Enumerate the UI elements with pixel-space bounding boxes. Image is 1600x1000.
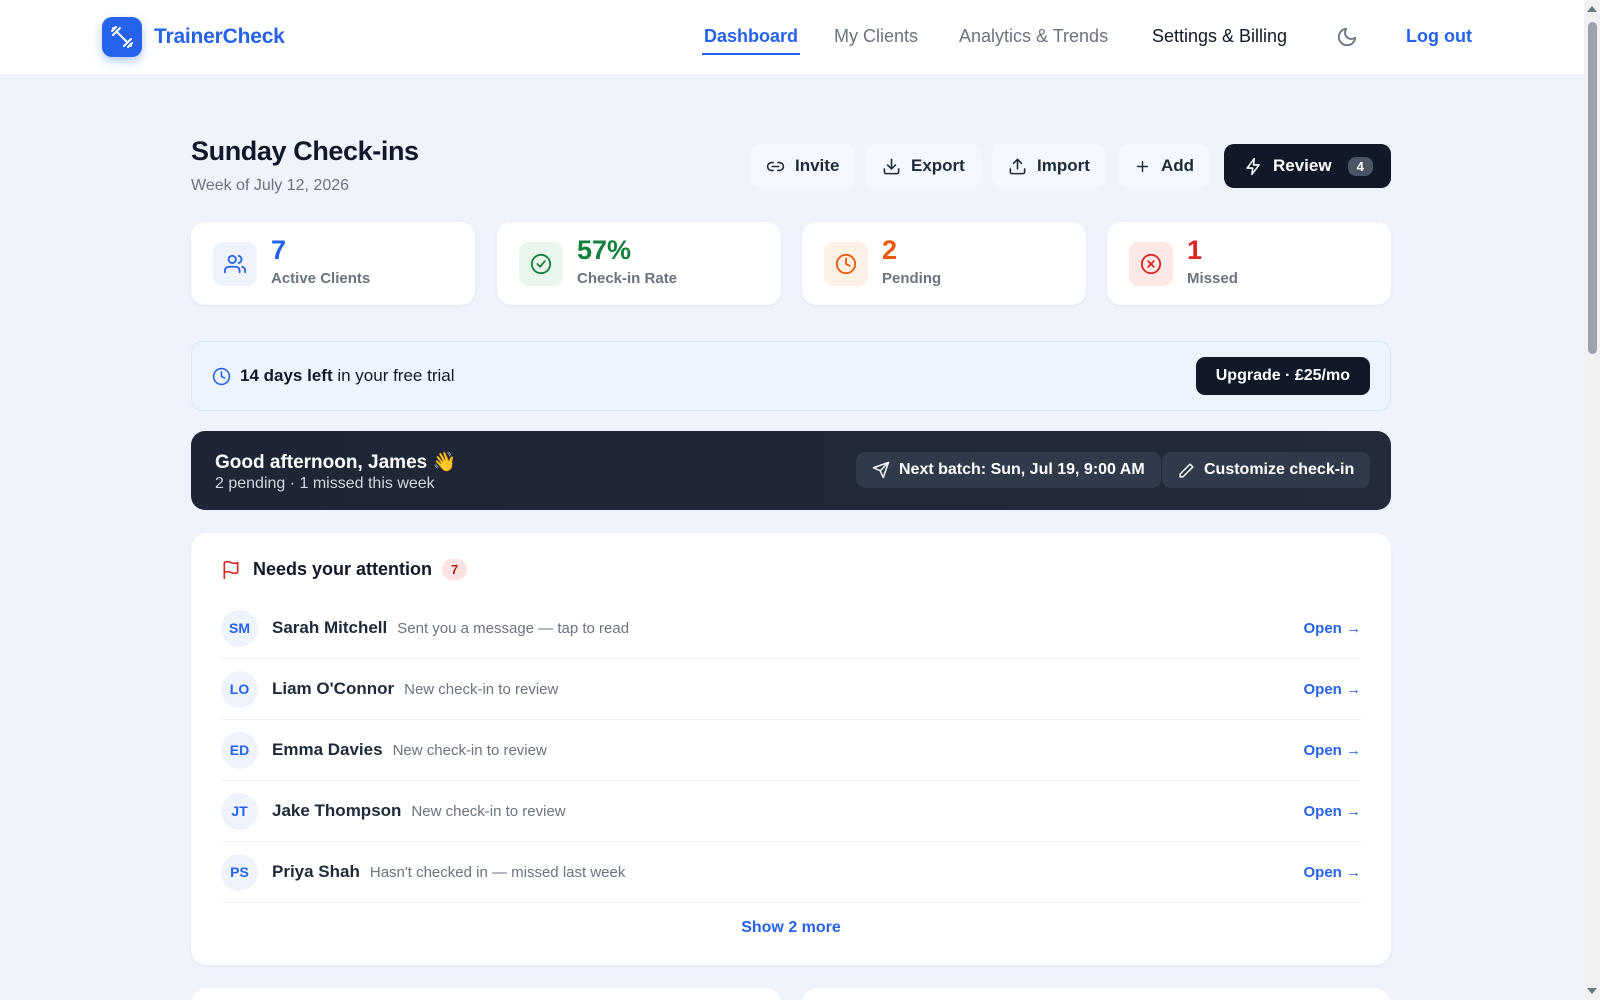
add-label: Add — [1161, 156, 1195, 175]
wave-emoji: 👋 — [432, 452, 457, 473]
brand-name: TrainerCheck — [154, 25, 285, 48]
avatar: JT — [221, 792, 258, 830]
avatar: LO — [221, 670, 258, 708]
nav-settings-billing[interactable]: Settings & Billing — [1152, 26, 1287, 47]
download-icon — [882, 157, 901, 176]
clock-icon — [824, 242, 868, 286]
users-icon — [213, 242, 257, 286]
stat-value: 2 — [882, 235, 898, 265]
review-count-badge: 4 — [1347, 156, 1373, 176]
upgrade-button[interactable]: Upgrade · £25/mo — [1195, 357, 1370, 395]
customize-label: Customize check-in — [1204, 461, 1355, 478]
open-link[interactable]: Open → — [1303, 620, 1361, 637]
list-item[interactable]: JT Jake Thompson New check-in to review … — [221, 781, 1361, 842]
flag-icon — [221, 560, 241, 580]
import-label: Import — [1037, 156, 1090, 175]
page-subtitle: Week of July 12, 2026 — [191, 177, 350, 194]
greeting-title-text: Good afternoon, James — [215, 452, 428, 473]
attention-title: Needs your attention — [253, 559, 433, 579]
stat-label: Active Clients — [271, 270, 371, 287]
open-link[interactable]: Open → — [1303, 864, 1361, 881]
greeting-subtitle: 2 pending · 1 missed this week — [215, 475, 435, 492]
upload-icon — [1008, 157, 1027, 176]
scroll-down-arrow[interactable] — [1587, 988, 1597, 994]
next-batch-button[interactable]: Next batch: Sun, Jul 19, 9:00 AM — [856, 452, 1161, 488]
stat-card-check-in-rate[interactable]: 57% Check-in Rate — [497, 222, 781, 305]
client-status: Hasn't checked in — missed last week — [369, 863, 626, 881]
client-name: Sarah Mitchell — [272, 618, 388, 637]
lightning-icon — [1244, 157, 1263, 176]
trial-days-left: 14 days left — [240, 366, 333, 385]
moon-icon[interactable] — [1336, 26, 1358, 48]
x-circle-icon — [1129, 242, 1173, 286]
dumbbell-icon — [102, 17, 142, 57]
client-status: New check-in to review — [411, 802, 566, 820]
review-button[interactable]: Review 4 — [1224, 144, 1391, 188]
nav-my-clients[interactable]: My Clients — [834, 26, 918, 47]
invite-label: Invite — [795, 156, 840, 175]
trial-text: 14 days left in your free trial — [240, 366, 455, 386]
attention-count-badge: 7 — [442, 559, 468, 580]
stat-label: Check-in Rate — [577, 270, 678, 287]
trial-banner: 14 days left in your free trial Upgrade … — [191, 341, 1391, 411]
client-name: Liam O'Connor — [272, 679, 395, 698]
customize-check-in-button[interactable]: Customize check-in — [1162, 452, 1371, 488]
send-icon — [872, 461, 890, 479]
stat-label: Pending — [882, 270, 942, 287]
next-card-left — [191, 988, 781, 1000]
stat-card-active-clients[interactable]: 7 Active Clients — [191, 222, 475, 305]
export-button[interactable]: Export — [866, 144, 981, 188]
page-scrollbar[interactable] — [1584, 0, 1600, 1000]
next-card-right — [802, 988, 1391, 1000]
list-item[interactable]: PS Priya Shah Hasn't checked in — missed… — [221, 842, 1361, 903]
review-label: Review — [1273, 156, 1332, 175]
avatar: SM — [221, 609, 258, 647]
stat-value: 57% — [577, 235, 632, 265]
client-name: Jake Thompson — [272, 801, 402, 820]
check-circle-icon — [519, 242, 563, 286]
pencil-icon — [1178, 462, 1195, 479]
trial-rest: in your free trial — [332, 366, 455, 385]
client-name: Priya Shah — [272, 862, 360, 881]
nav-analytics-trends[interactable]: Analytics & Trends — [959, 26, 1108, 47]
avatar: ED — [221, 731, 258, 769]
list-item[interactable]: ED Emma Davies New check-in to review Op… — [221, 720, 1361, 781]
stat-card-missed[interactable]: 1 Missed — [1107, 222, 1391, 305]
brand[interactable]: TrainerCheck — [102, 17, 285, 57]
greeting-panel: Good afternoon, James 👋 2 pending · 1 mi… — [191, 431, 1391, 510]
invite-button[interactable]: Invite — [750, 144, 856, 188]
scroll-up-arrow[interactable] — [1587, 6, 1597, 12]
attention-card: Needs your attention 7 SM Sarah Mitchell… — [191, 533, 1391, 965]
export-label: Export — [911, 156, 965, 175]
stat-label: Missed — [1187, 270, 1238, 287]
list-item[interactable]: SM Sarah Mitchell Sent you a message — t… — [221, 598, 1361, 659]
add-button[interactable]: Add — [1118, 144, 1211, 188]
import-button[interactable]: Import — [992, 144, 1106, 188]
stat-value: 7 — [271, 235, 287, 265]
list-item[interactable]: LO Liam O'Connor New check-in to review … — [221, 659, 1361, 720]
stat-card-pending[interactable]: 2 Pending — [802, 222, 1086, 305]
page-title: Sunday Check-ins — [191, 136, 419, 166]
show-more-button[interactable]: Show 2 more — [191, 919, 1391, 937]
next-batch-label: Next batch: Sun, Jul 19, 9:00 AM — [899, 461, 1145, 478]
stat-value: 1 — [1187, 235, 1203, 265]
client-status: New check-in to review — [392, 741, 547, 759]
client-status: Sent you a message — tap to read — [397, 619, 630, 637]
nav-dashboard[interactable]: Dashboard — [701, 26, 801, 55]
clock-icon — [212, 367, 231, 386]
top-nav-bar: TrainerCheck Dashboard My Clients Analyt… — [0, 0, 1584, 74]
avatar: PS — [221, 853, 258, 891]
plus-icon — [1134, 158, 1151, 175]
attention-header: Needs your attention 7 — [221, 559, 468, 580]
link-icon — [766, 157, 785, 176]
open-link[interactable]: Open → — [1303, 681, 1361, 698]
scroll-thumb[interactable] — [1588, 22, 1597, 354]
greeting-title: Good afternoon, James 👋 — [215, 450, 456, 474]
open-link[interactable]: Open → — [1303, 803, 1361, 820]
client-name: Emma Davies — [272, 740, 383, 759]
open-link[interactable]: Open → — [1303, 742, 1361, 759]
logout-link[interactable]: Log out — [1406, 26, 1472, 47]
client-status: New check-in to review — [404, 680, 559, 698]
